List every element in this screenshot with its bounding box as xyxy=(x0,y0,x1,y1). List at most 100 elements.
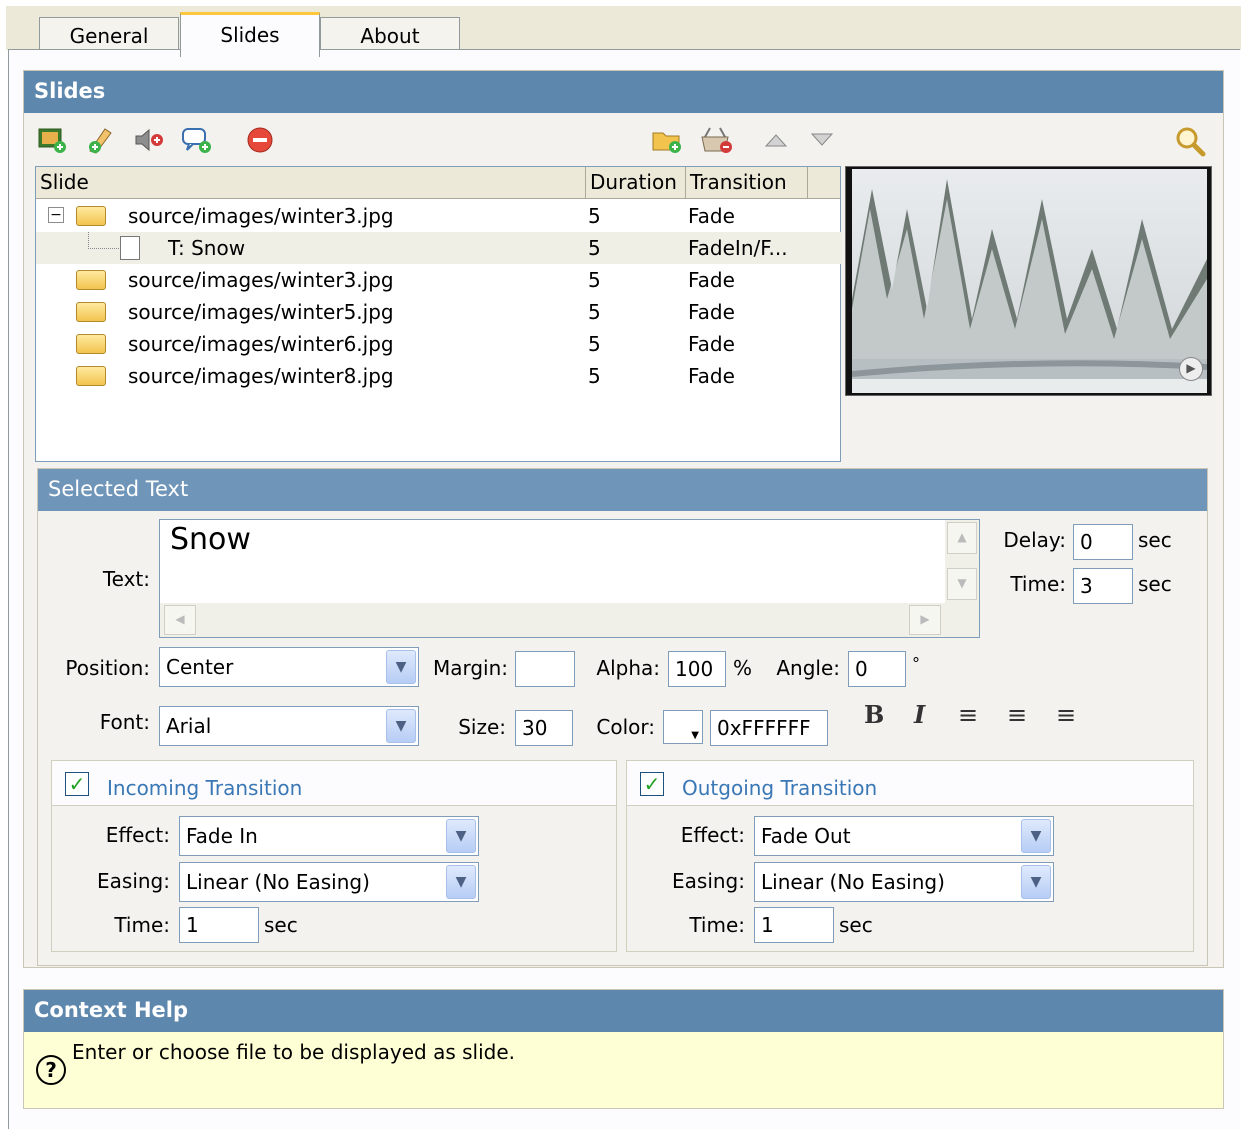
table-row-selected[interactable]: T: Snow 5 FadeIn/F... xyxy=(36,232,842,264)
slide-name: T: Snow xyxy=(168,236,246,260)
size-label: Size: xyxy=(458,715,506,739)
align-center-button[interactable]: ≡ xyxy=(1007,700,1027,730)
slide-duration: 5 xyxy=(588,236,601,260)
magnifier-icon[interactable] xyxy=(1172,124,1208,158)
color-picker-button[interactable]: ▼ xyxy=(663,710,703,744)
outgoing-effect-select[interactable]: Fade Out ▼ xyxy=(754,816,1054,856)
collapse-icon[interactable]: − xyxy=(48,207,64,223)
table-row[interactable]: source/images/winter5.jpg 5 Fade xyxy=(36,296,842,328)
chevron-down-icon[interactable]: ▼ xyxy=(386,650,416,684)
time-unit: sec xyxy=(1138,572,1172,596)
italic-button[interactable]: I xyxy=(914,700,925,730)
outgoing-easing-select[interactable]: Linear (No Easing) ▼ xyxy=(754,862,1054,902)
font-label: Font: xyxy=(99,710,150,734)
time-field[interactable]: 3 xyxy=(1073,568,1133,604)
chevron-down-icon[interactable]: ▼ xyxy=(446,865,476,899)
play-icon[interactable]: ▶ xyxy=(1179,357,1203,381)
scroll-up-icon[interactable]: ▲ xyxy=(947,522,977,554)
slide-transition: Fade xyxy=(688,300,735,324)
add-sound-icon[interactable] xyxy=(132,125,166,155)
incoming-time-label: Time: xyxy=(114,913,170,937)
angle-label: Angle: xyxy=(776,656,840,680)
size-field[interactable]: 30 xyxy=(515,710,573,746)
position-select[interactable]: Center ▼ xyxy=(159,647,419,687)
slide-preview[interactable]: ▶ xyxy=(845,166,1212,396)
outgoing-transition-legend: Outgoing Transition xyxy=(682,776,878,800)
incoming-effect-select[interactable]: Fade In ▼ xyxy=(179,816,479,856)
slide-transition: Fade xyxy=(688,364,735,388)
basket-icon[interactable] xyxy=(698,125,734,155)
table-row[interactable]: source/images/winter8.jpg 5 Fade xyxy=(36,360,842,392)
folder-icon xyxy=(76,366,106,386)
outgoing-effect-label: Effect: xyxy=(680,823,745,847)
incoming-time-field[interactable]: 1 xyxy=(179,907,259,943)
remove-icon[interactable] xyxy=(244,125,276,155)
table-row[interactable]: − source/images/winter3.jpg 5 Fade xyxy=(36,200,842,232)
chevron-down-icon[interactable]: ▼ xyxy=(446,819,476,853)
slide-name: source/images/winter5.jpg xyxy=(128,300,394,324)
text-area[interactable]: Snow ▲ ▼ ◀ ▶ xyxy=(159,519,980,638)
align-right-button[interactable]: ≡ xyxy=(1056,700,1076,730)
bold-button[interactable]: B xyxy=(864,700,884,730)
incoming-easing-label: Easing: xyxy=(97,869,170,893)
down-arrow-icon[interactable] xyxy=(808,128,836,152)
font-select-value: Arial xyxy=(166,714,212,738)
slide-transition: Fade xyxy=(688,332,735,356)
vertical-scrollbar[interactable]: ▲ ▼ xyxy=(945,520,979,637)
column-header-duration[interactable]: Duration xyxy=(586,167,686,199)
chevron-down-icon[interactable]: ▼ xyxy=(1021,865,1051,899)
margin-field[interactable] xyxy=(515,651,575,687)
add-folder-icon[interactable] xyxy=(650,125,684,155)
chevron-down-icon[interactable]: ▼ xyxy=(1021,819,1051,853)
angle-field[interactable]: 0 xyxy=(848,651,906,687)
winter-trees-image xyxy=(852,169,1207,393)
position-select-value: Center xyxy=(166,655,234,679)
add-comment-icon[interactable] xyxy=(180,125,214,155)
table-row[interactable]: source/images/winter3.jpg 5 Fade xyxy=(36,264,842,296)
tree-line xyxy=(88,232,119,249)
scroll-down-icon[interactable]: ▼ xyxy=(947,568,977,600)
outgoing-transition-checkbox[interactable]: ✓ xyxy=(640,772,664,796)
slide-duration: 5 xyxy=(588,204,601,228)
margin-label: Margin: xyxy=(432,656,508,680)
column-header-slide[interactable]: Slide xyxy=(36,167,586,199)
angle-unit: ° xyxy=(912,654,920,673)
outgoing-easing-label: Easing: xyxy=(672,869,745,893)
align-left-button[interactable]: ≡ xyxy=(958,700,978,730)
text-area-value: Snow xyxy=(170,522,251,557)
tab-slides[interactable]: Slides xyxy=(180,12,320,57)
alpha-field[interactable]: 100 xyxy=(668,651,726,687)
column-header-transition[interactable]: Transition xyxy=(686,167,808,199)
alpha-label: Alpha: xyxy=(596,656,660,680)
selected-text-title: Selected Text xyxy=(38,469,1207,511)
add-image-icon[interactable] xyxy=(36,125,68,155)
folder-icon xyxy=(76,302,106,322)
column-header-filler xyxy=(808,167,840,199)
chevron-down-icon[interactable]: ▼ xyxy=(386,709,416,743)
context-help-message: Enter or choose file to be displayed as … xyxy=(72,1040,515,1064)
column-header-transition-label: Transition xyxy=(690,170,787,194)
slides-panel-title: Slides xyxy=(24,71,1223,113)
help-icon: ? xyxy=(36,1055,66,1085)
up-arrow-icon[interactable] xyxy=(762,128,790,152)
add-text-icon[interactable] xyxy=(84,125,118,155)
incoming-easing-select[interactable]: Linear (No Easing) ▼ xyxy=(179,862,479,902)
incoming-easing-value: Linear (No Easing) xyxy=(186,870,370,894)
font-select[interactable]: Arial ▼ xyxy=(159,706,419,746)
incoming-time-unit: sec xyxy=(264,913,298,937)
outgoing-time-unit: sec xyxy=(839,913,873,937)
scroll-right-icon[interactable]: ▶ xyxy=(909,605,941,635)
delay-field[interactable]: 0 xyxy=(1073,524,1133,560)
slide-duration: 5 xyxy=(588,300,601,324)
incoming-transition-checkbox[interactable]: ✓ xyxy=(65,772,89,796)
outgoing-time-field[interactable]: 1 xyxy=(754,907,834,943)
color-field[interactable]: 0xFFFFFF xyxy=(710,710,828,746)
slide-duration: 5 xyxy=(588,364,601,388)
slide-list[interactable]: Slide Duration Transition − source/image… xyxy=(35,166,842,462)
outgoing-time-label: Time: xyxy=(689,913,745,937)
scroll-left-icon[interactable]: ◀ xyxy=(164,605,196,635)
delay-unit: sec xyxy=(1138,528,1172,552)
slide-name: source/images/winter3.jpg xyxy=(128,204,394,228)
table-row[interactable]: source/images/winter6.jpg 5 Fade xyxy=(36,328,842,360)
horizontal-scrollbar[interactable]: ◀ ▶ xyxy=(160,603,945,637)
